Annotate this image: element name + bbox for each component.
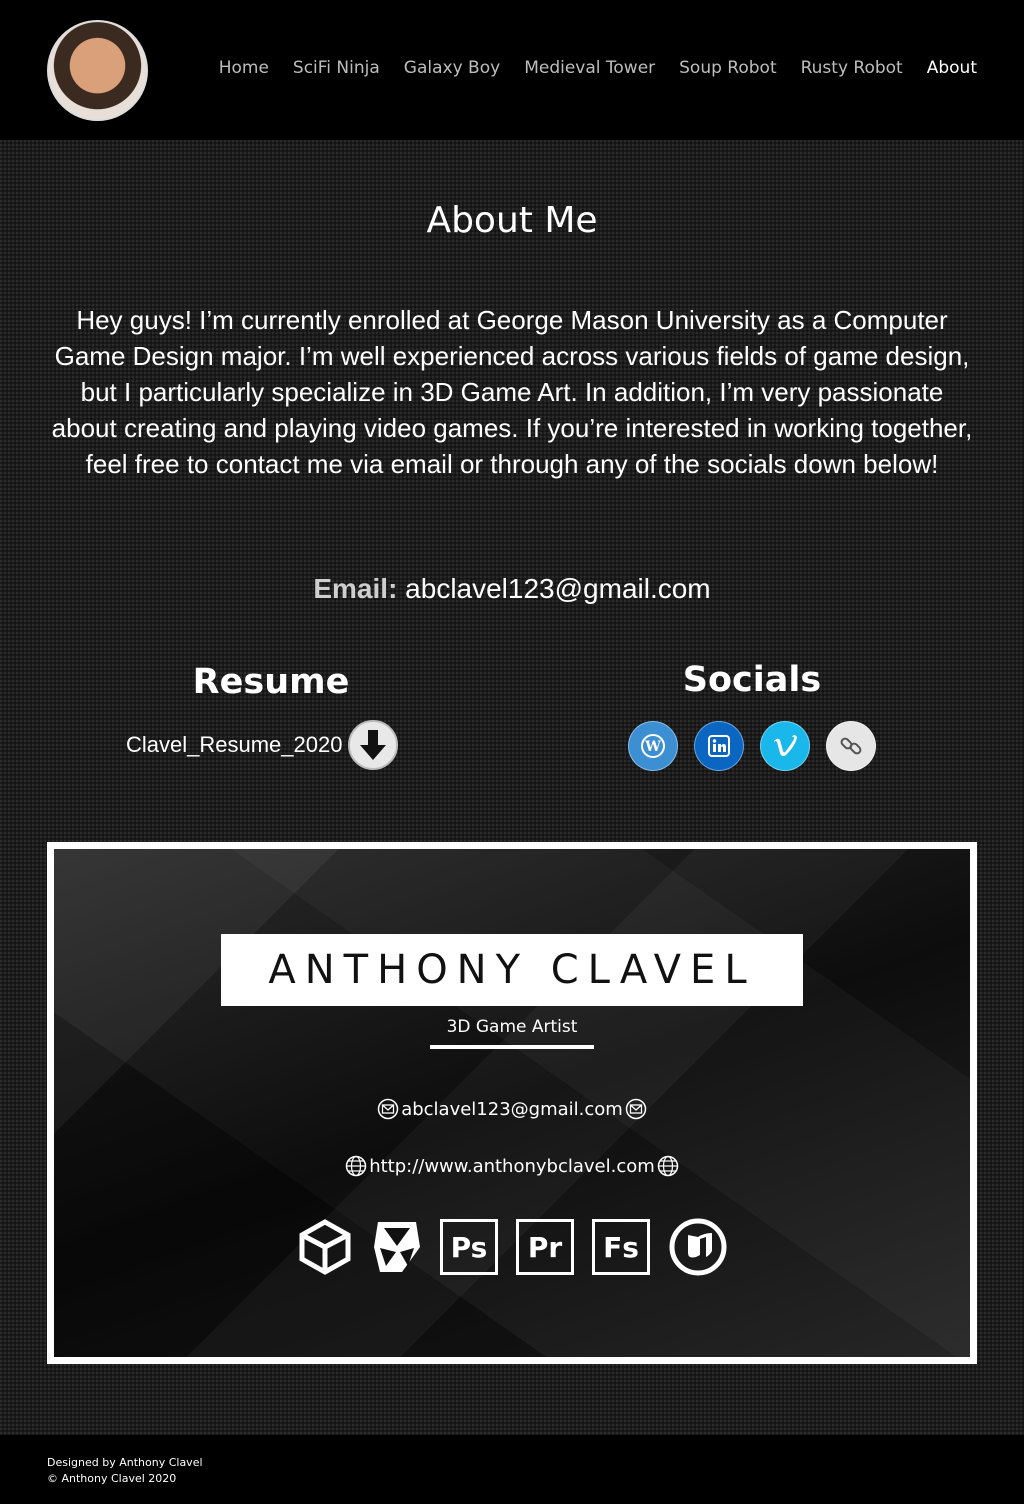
social-links: W — [628, 721, 876, 771]
page-title: About Me — [426, 200, 598, 241]
footer-designed-by: Designed by Anthony Clavel — [47, 1456, 203, 1469]
premiere-icon: Pr — [516, 1219, 574, 1275]
globe-icon — [345, 1155, 367, 1177]
fuse-icon: Fs — [592, 1219, 650, 1275]
email-line: Email: abclavel123@gmail.com — [0, 573, 1024, 605]
resume-file-name[interactable]: Clavel_Resume_2020 — [126, 732, 342, 758]
avatar[interactable] — [47, 20, 148, 121]
card-email: abclavel123@gmail.com — [401, 1098, 623, 1120]
nav-item-home[interactable]: Home — [219, 58, 269, 78]
linkedin-link[interactable] — [694, 721, 744, 771]
role-underline — [430, 1045, 594, 1049]
business-card: ANTHONY CLAVEL 3D Game Artist abclavel12… — [47, 842, 977, 1364]
card-role: 3D Game Artist — [446, 1017, 578, 1037]
tool-icons: Ps Pr Fs — [296, 1217, 728, 1277]
card-name: ANTHONY CLAVEL — [221, 934, 803, 1006]
link-icon — [840, 737, 862, 755]
3ds-max-icon — [374, 1222, 420, 1272]
card-website: http://www.anthonybclavel.com — [369, 1155, 655, 1177]
main-nav: Home SciFi Ninja Galaxy Boy Medieval Tow… — [219, 58, 977, 78]
nav-item-about[interactable]: About — [927, 58, 977, 78]
vimeo-icon — [774, 735, 797, 757]
download-arrow-icon — [360, 730, 387, 760]
nav-item-soup-robot[interactable]: Soup Robot — [679, 58, 776, 78]
envelope-icon — [625, 1098, 647, 1120]
nav-item-rusty-robot[interactable]: Rusty Robot — [801, 58, 903, 78]
wordpress-link[interactable]: W — [628, 721, 678, 771]
email-value[interactable]: abclavel123@gmail.com — [405, 573, 710, 604]
download-button[interactable] — [348, 720, 399, 770]
nav-item-scifi-ninja[interactable]: SciFi Ninja — [293, 58, 380, 78]
footer-copyright: © Anthony Clavel 2020 — [47, 1472, 177, 1485]
linkedin-icon — [708, 735, 730, 757]
site-header: Home SciFi Ninja Galaxy Boy Medieval Tow… — [0, 0, 1024, 140]
globe-icon — [657, 1155, 679, 1177]
photoshop-icon: Ps — [440, 1219, 498, 1275]
card-website-line: http://www.anthonybclavel.com — [54, 1155, 970, 1177]
vimeo-link[interactable] — [760, 721, 810, 771]
nav-item-medieval-tower[interactable]: Medieval Tower — [524, 58, 655, 78]
site-footer: Designed by Anthony Clavel © Anthony Cla… — [0, 1435, 1024, 1504]
card-email-line: abclavel123@gmail.com — [54, 1098, 970, 1120]
website-link[interactable] — [826, 721, 876, 771]
unreal-engine-icon — [669, 1218, 727, 1276]
resume-title: Resume — [192, 662, 350, 702]
wordpress-icon: W — [641, 734, 665, 758]
unity-icon — [299, 1219, 351, 1275]
svg-text:W: W — [644, 739, 661, 755]
resume-row: Clavel_Resume_2020 — [126, 720, 399, 770]
email-label: Email: — [313, 573, 398, 604]
intro-paragraph: Hey guys! I’m currently enrolled at Geor… — [51, 305, 973, 479]
socials-title: Socials — [682, 660, 822, 700]
nav-item-galaxy-boy[interactable]: Galaxy Boy — [404, 58, 500, 78]
envelope-icon — [377, 1098, 399, 1120]
